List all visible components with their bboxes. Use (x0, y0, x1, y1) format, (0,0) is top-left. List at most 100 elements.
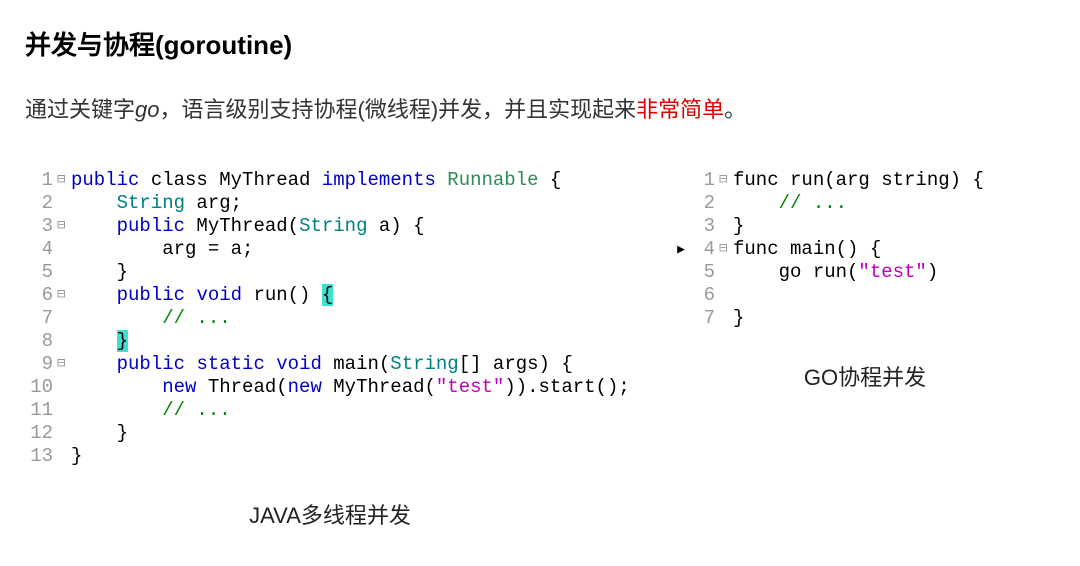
code-line: 8 } (25, 330, 635, 353)
fold-icon (57, 445, 71, 468)
line-number: 2 (687, 192, 719, 215)
line-number: 8 (25, 330, 57, 353)
line-number: 4 (687, 238, 719, 261)
code-text: // ... (733, 192, 847, 215)
code-text: // ... (71, 399, 231, 422)
fold-icon (57, 192, 71, 215)
fold-icon[interactable]: ⊟ (57, 169, 71, 192)
code-text: go run("test") (733, 261, 938, 284)
fold-icon (57, 399, 71, 422)
code-line: 9⊟ public static void main(String[] args… (25, 353, 635, 376)
fold-icon (57, 376, 71, 399)
description: 通过关键字go，语言级别支持协程(微线程)并发，并且实现起来非常简单。 (25, 92, 1055, 124)
fold-icon[interactable]: ⊟ (719, 169, 733, 192)
java-caption: JAVA多线程并发 (25, 498, 635, 530)
line-number: 5 (687, 261, 719, 284)
code-line: 11 // ... (25, 399, 635, 422)
code-text (733, 284, 779, 307)
fold-icon (57, 261, 71, 284)
code-line: 6 (675, 284, 1055, 307)
code-text: func run(arg string) { (733, 169, 984, 192)
code-line: 13} (25, 445, 635, 468)
code-line: 3⊟ public MyThread(String a) { (25, 215, 635, 238)
code-line: 7 // ... (25, 307, 635, 330)
go-code-block: 1⊟func run(arg string) {2 // ...3}▶4⊟fun… (675, 169, 1055, 330)
fold-icon[interactable]: ⊟ (57, 284, 71, 307)
fold-icon[interactable]: ⊟ (719, 238, 733, 261)
code-text: func main() { (733, 238, 881, 261)
code-line: 5 } (25, 261, 635, 284)
fold-icon[interactable]: ⊟ (57, 215, 71, 238)
run-arrow-icon (675, 215, 687, 238)
code-text: // ... (71, 307, 231, 330)
code-text: arg = a; (71, 238, 253, 261)
code-line: 6⊟ public void run() { (25, 284, 635, 307)
line-number: 1 (25, 169, 57, 192)
run-arrow-icon (675, 284, 687, 307)
go-panel: 1⊟func run(arg string) {2 // ...3}▶4⊟fun… (675, 169, 1055, 530)
fold-icon (719, 192, 733, 215)
code-text: public static void main(String[] args) { (71, 353, 573, 376)
page-title: 并发与协程(goroutine) (25, 25, 1055, 62)
line-number: 5 (25, 261, 57, 284)
run-arrow-icon (675, 192, 687, 215)
code-text: } (733, 307, 744, 330)
fold-icon (719, 261, 733, 284)
fold-icon (719, 284, 733, 307)
line-number: 9 (25, 353, 57, 376)
run-arrow-icon (675, 261, 687, 284)
line-number: 4 (25, 238, 57, 261)
fold-icon (57, 422, 71, 445)
go-caption: GO协程并发 (675, 360, 1055, 392)
code-line: 1⊟public class MyThread implements Runna… (25, 169, 635, 192)
code-line: 7} (675, 307, 1055, 330)
fold-icon (57, 238, 71, 261)
code-line: 12 } (25, 422, 635, 445)
fold-icon[interactable]: ⊟ (57, 353, 71, 376)
code-text: } (733, 215, 744, 238)
code-text: } (71, 422, 128, 445)
line-number: 2 (25, 192, 57, 215)
line-number: 6 (25, 284, 57, 307)
line-number: 7 (25, 307, 57, 330)
line-number: 7 (687, 307, 719, 330)
fold-icon (57, 307, 71, 330)
line-number: 10 (25, 376, 57, 399)
run-arrow-icon: ▶ (675, 238, 687, 261)
java-panel: 1⊟public class MyThread implements Runna… (25, 169, 635, 530)
line-number: 3 (687, 215, 719, 238)
desc-keyword: go (135, 97, 159, 122)
fold-icon (719, 307, 733, 330)
desc-part1: 通过关键字 (25, 97, 135, 122)
line-number: 13 (25, 445, 57, 468)
line-number: 3 (25, 215, 57, 238)
code-panels: 1⊟public class MyThread implements Runna… (25, 169, 1055, 530)
code-line: 1⊟func run(arg string) { (675, 169, 1055, 192)
fold-icon (719, 215, 733, 238)
desc-highlight: 非常简单 (636, 97, 724, 122)
code-text: new Thread(new MyThread("test")).start()… (71, 376, 630, 399)
java-code-block: 1⊟public class MyThread implements Runna… (25, 169, 635, 468)
code-line: ▶4⊟func main() { (675, 238, 1055, 261)
code-line: 10 new Thread(new MyThread("test")).star… (25, 376, 635, 399)
code-text: public MyThread(String a) { (71, 215, 425, 238)
code-text: } (71, 445, 82, 468)
line-number: 11 (25, 399, 57, 422)
code-line: 3} (675, 215, 1055, 238)
line-number: 12 (25, 422, 57, 445)
code-text: } (71, 261, 128, 284)
code-line: 5 go run("test") (675, 261, 1055, 284)
code-line: 2 String arg; (25, 192, 635, 215)
line-number: 6 (687, 284, 719, 307)
code-text: public void run() { (71, 284, 333, 307)
code-line: 4 arg = a; (25, 238, 635, 261)
code-text: String arg; (71, 192, 242, 215)
desc-part2: ，语言级别支持协程(微线程)并发，并且实现起来 (160, 97, 637, 122)
code-text: public class MyThread implements Runnabl… (71, 169, 561, 192)
run-arrow-icon (675, 169, 687, 192)
code-text: } (71, 330, 128, 353)
run-arrow-icon (675, 307, 687, 330)
line-number: 1 (687, 169, 719, 192)
fold-icon (57, 330, 71, 353)
desc-part3: 。 (724, 97, 746, 122)
